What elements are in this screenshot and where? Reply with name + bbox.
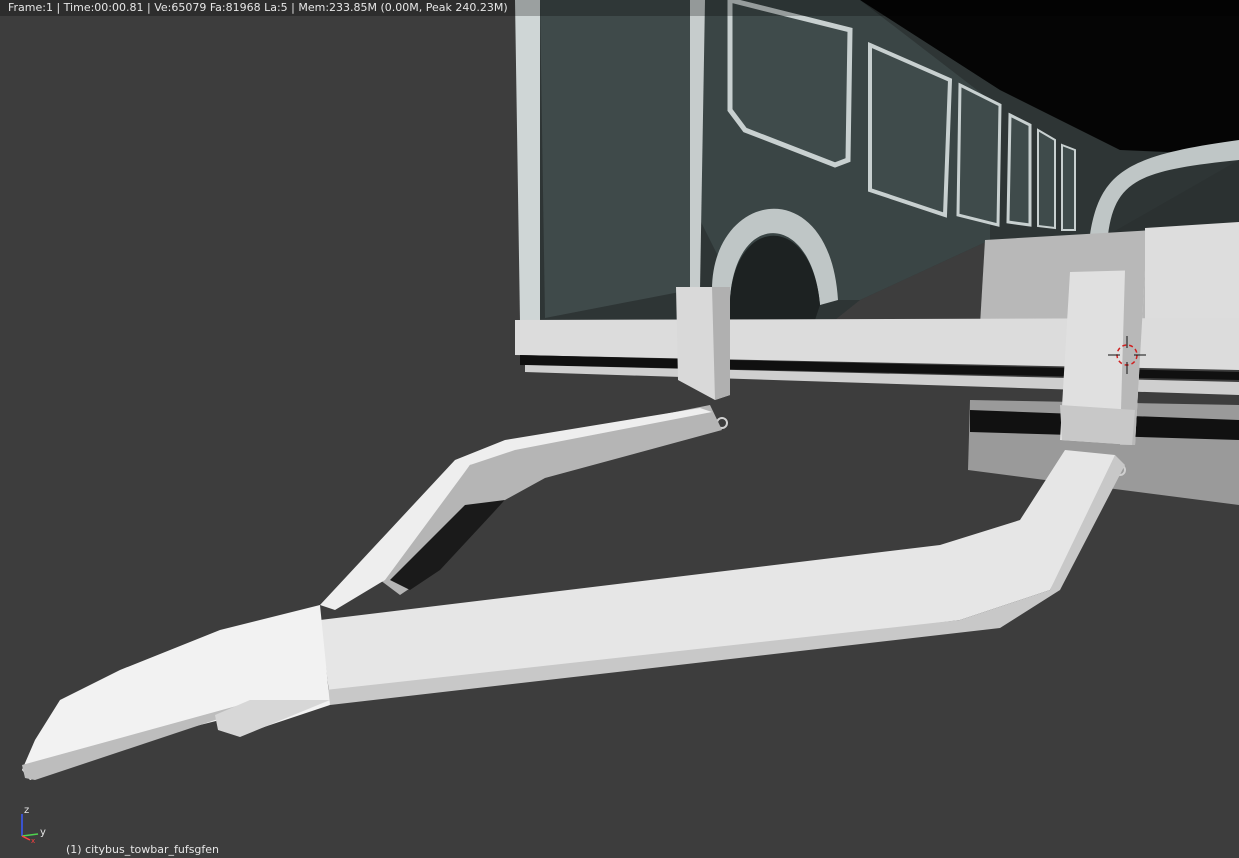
z-axis-label: z xyxy=(24,805,29,816)
axis-gizmo: z y x xyxy=(21,805,46,844)
y-axis-label: y xyxy=(40,827,46,838)
scene-render[interactable] xyxy=(0,0,1239,858)
stats-text: Frame:1 | Time:00:00.81 | Ve:65079 Fa:81… xyxy=(8,1,508,14)
viewport-stats-bar: Frame:1 | Time:00:00.81 | Ve:65079 Fa:81… xyxy=(0,0,1239,16)
active-object-label: (1) citybus_towbar_fufsgfen xyxy=(66,843,220,856)
3d-viewport[interactable]: Frame:1 | Time:00:00.81 | Ve:65079 Fa:81… xyxy=(0,0,1239,858)
bus-window-left xyxy=(540,0,690,318)
towbar-mount-right-base xyxy=(1060,405,1135,445)
bus-window-frame-left xyxy=(515,0,540,322)
towbar-mount-left-shade xyxy=(712,287,730,400)
y-axis-line xyxy=(21,833,39,837)
bus-window-3 xyxy=(956,82,1002,227)
bus-window-4 xyxy=(1006,112,1032,227)
bus-window-5 xyxy=(1037,128,1056,230)
x-axis-line xyxy=(21,835,31,841)
x-axis-label: x xyxy=(31,837,35,844)
bus-rear-box-light xyxy=(1145,222,1239,320)
bus-window-6 xyxy=(1061,143,1076,231)
